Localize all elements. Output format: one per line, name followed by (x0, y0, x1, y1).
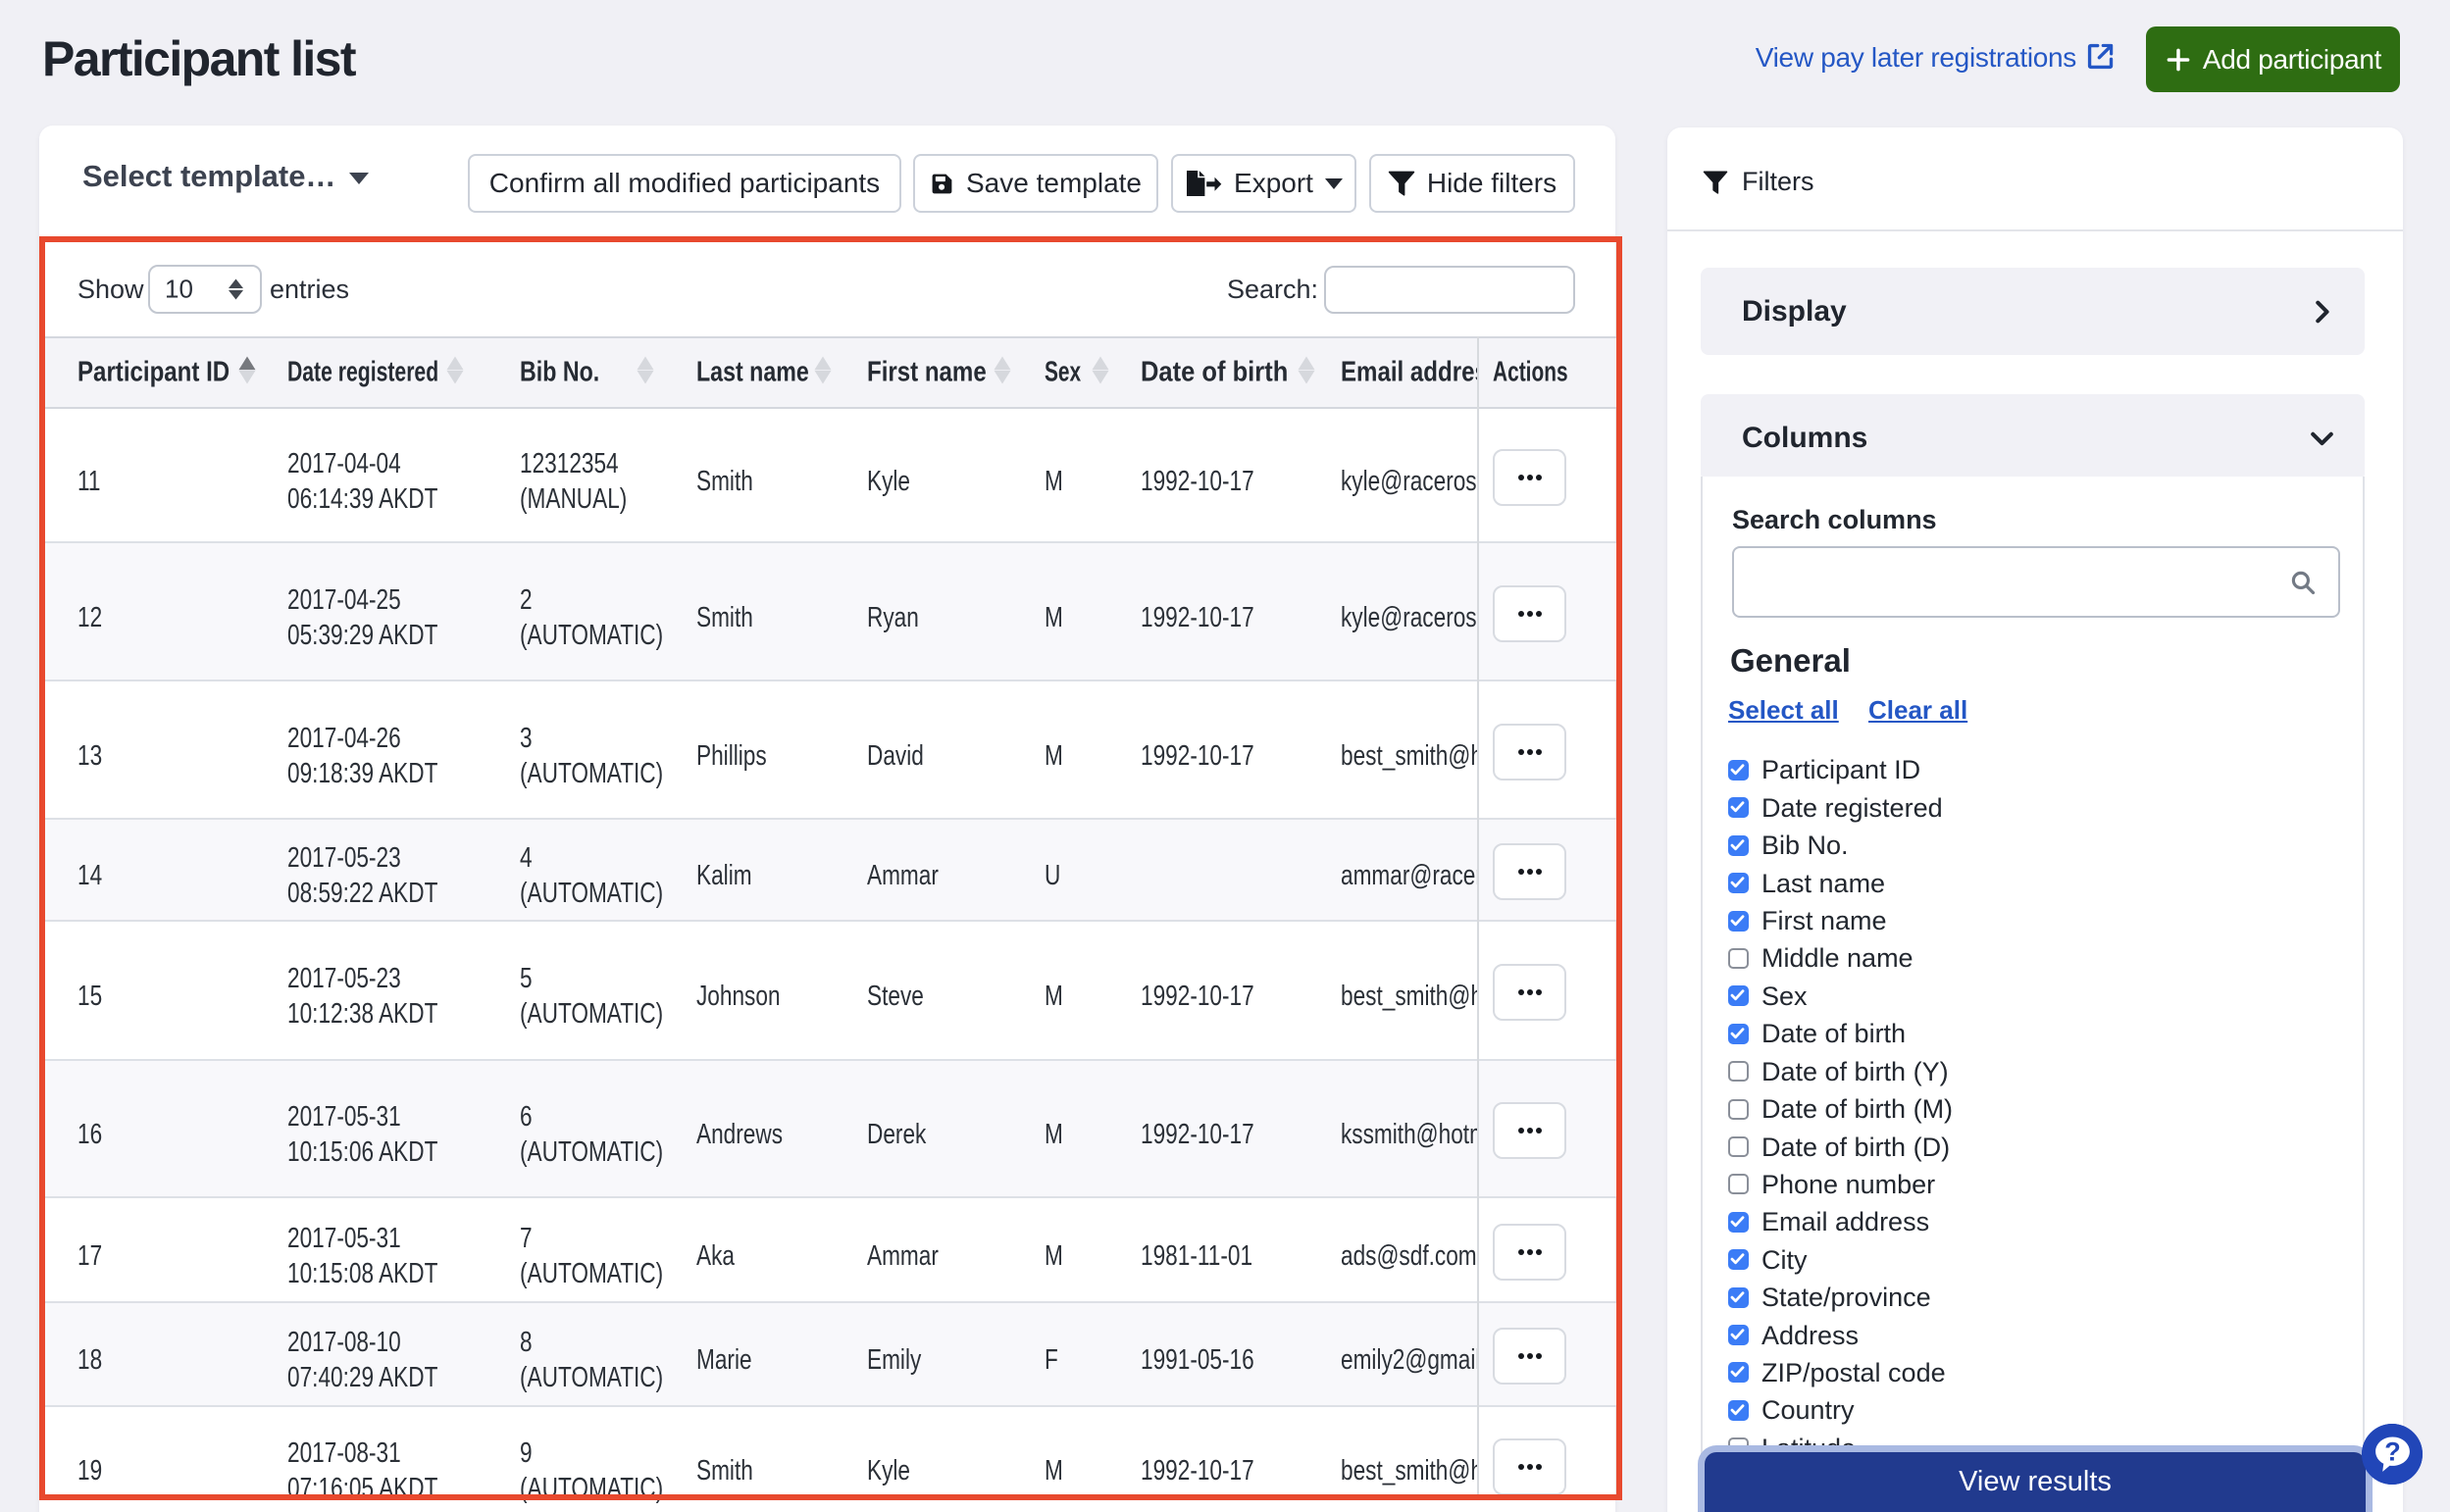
svg-text:?: ? (2384, 1437, 2401, 1467)
